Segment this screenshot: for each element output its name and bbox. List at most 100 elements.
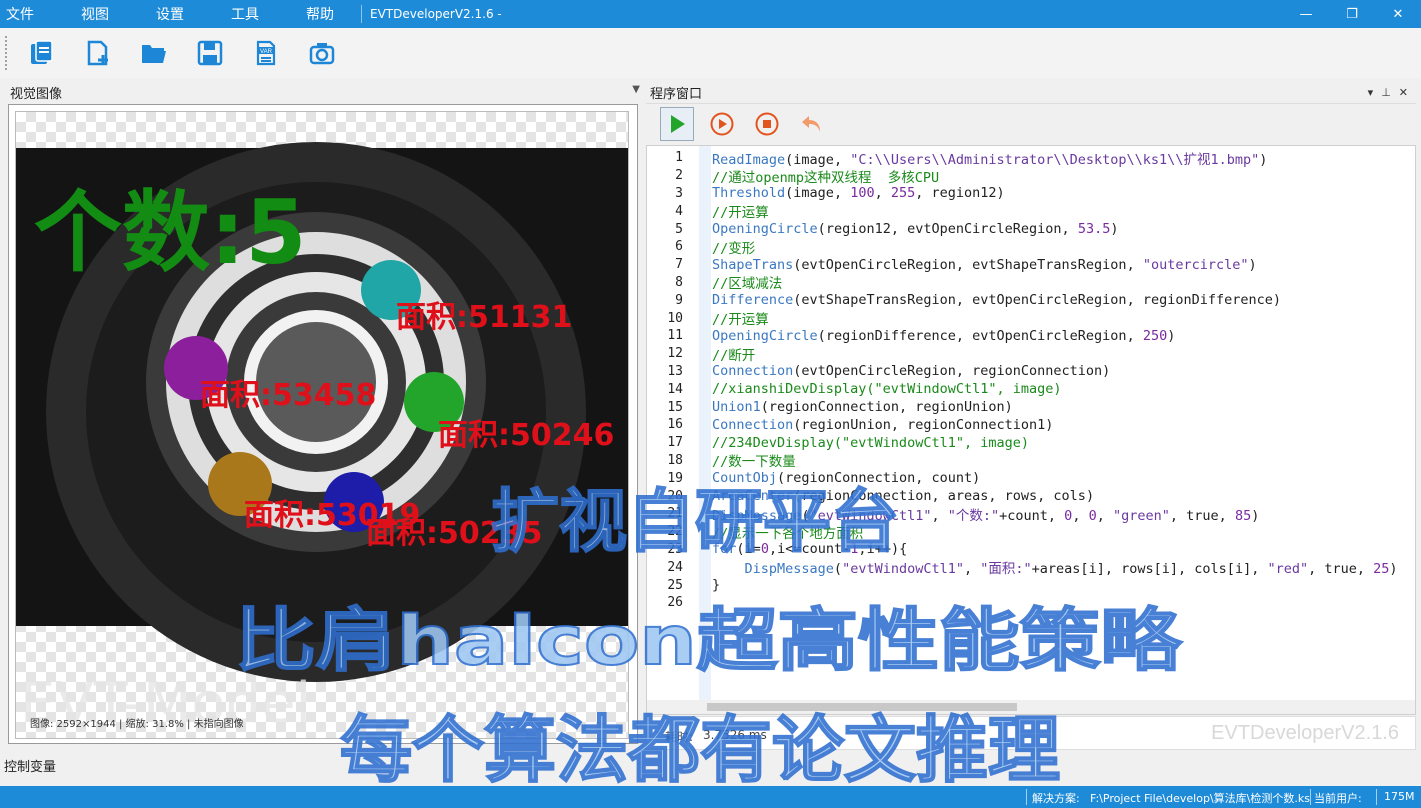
image-status: 图像: 2592×1944 | 缩放: 31.8% | 未指向图像 — [30, 719, 244, 730]
code-line[interactable]: 16 Connection(regionUnion, regionConnecti… — [647, 416, 1415, 434]
new-file-icon — [87, 40, 108, 66]
line-code: for(i=0,i<=count-1,i++){ — [712, 541, 908, 558]
exec-time-label: 耗时: — [665, 730, 694, 744]
line-number: 26 — [667, 595, 683, 611]
open-folder-icon — [142, 45, 166, 63]
save-icon — [197, 40, 223, 66]
step-icon — [710, 112, 734, 136]
tab-control-variables[interactable]: 控制变量 — [4, 756, 56, 775]
line-code: //234DevDisplay("evtWindowCtl1", image) — [712, 434, 1029, 451]
new-project-button[interactable] — [22, 33, 62, 73]
line-code: CountObj(regionConnection, count) — [712, 470, 981, 487]
undo-button[interactable] — [795, 107, 829, 141]
pin-icon[interactable]: ⊥ — [1381, 86, 1391, 99]
code-line[interactable]: 21 DispMessage("evtWindowCtl1", "个数:"+cou… — [647, 505, 1415, 524]
code-line[interactable]: 13 Connection(evtOpenCircleRegion, region… — [647, 363, 1415, 381]
line-number: 5 — [675, 221, 683, 237]
code-line[interactable]: 8 //区域减法 — [647, 274, 1415, 293]
vision-image-title: 视觉图像 — [10, 86, 63, 102]
line-number: 23 — [667, 541, 683, 557]
camera-icon — [309, 43, 335, 65]
code-editor[interactable]: 1 ReadImage(image, "C:\\Users\\Administra… — [646, 145, 1416, 715]
app-title: EVTDeveloperV2.1.6 - — [370, 7, 502, 21]
line-number: 19 — [667, 470, 683, 486]
line-number: 22 — [667, 524, 683, 540]
image-canvas[interactable]: EVT-Model 个数:5 面积:51131 面积:53458 面积:5024… — [15, 111, 629, 739]
line-code: Difference(evtShapeTransRegion, evtOpenC… — [712, 292, 1282, 309]
toolbar-grip[interactable] — [4, 35, 8, 71]
menu-view[interactable]: 视图 — [71, 4, 119, 24]
code-line[interactable]: 7 ShapeTrans(evtOpenCircleRegion, evtShap… — [647, 256, 1415, 274]
run-button[interactable] — [660, 107, 694, 141]
camera-button[interactable] — [302, 33, 342, 73]
code-line[interactable]: 1 ReadImage(image, "C:\\Users\\Administra… — [647, 149, 1415, 168]
pane-dropdown-icon[interactable]: ▼ — [632, 84, 640, 95]
open-folder-button[interactable] — [134, 33, 174, 73]
code-line[interactable]: 12 //断开 — [647, 345, 1415, 364]
status-divider — [1376, 789, 1377, 805]
code-line[interactable]: 18 //数一下数量 — [647, 452, 1415, 471]
menu-file[interactable]: 文件 — [0, 4, 44, 24]
line-code: OpeningCircle(region12, evtOpenCircleReg… — [712, 221, 1119, 238]
line-code: //断开 — [712, 347, 756, 364]
code-line[interactable]: 15 Union1(regionConnection, regionUnion) — [647, 398, 1415, 416]
code-line[interactable]: 19 CountObj(regionConnection, count) — [647, 469, 1415, 487]
menu-bar: 文件 视图 设置 工具 帮助 EVTDeveloperV2.1.6 - — ❐ … — [0, 0, 1421, 28]
menu-tools[interactable]: 工具 — [221, 4, 269, 24]
var-button[interactable]: VAR — [246, 33, 286, 73]
code-line[interactable]: 4 //开运算 — [647, 202, 1415, 222]
scroll-thumb[interactable] — [707, 703, 1017, 711]
horizontal-scrollbar[interactable] — [647, 700, 1415, 714]
line-code: Threshold(image, 100, 255, region12) — [712, 185, 1005, 202]
code-line[interactable]: 3 Threshold(image, 100, 255, region12) — [647, 185, 1415, 203]
image-viewer[interactable]: EVT-Model 个数:5 面积:51131 面积:53458 面积:5024… — [8, 104, 638, 744]
line-code: Union1(regionConnection, regionUnion) — [712, 399, 1013, 416]
line-number: 21 — [667, 506, 683, 522]
code-line[interactable]: 6 //变形 — [647, 238, 1415, 257]
line-code: //显示一下各个地方面积 — [712, 525, 864, 542]
line-code: //通过openmp这种双线程 多核CPU — [712, 169, 940, 186]
vision-image-header: 视觉图像 ▼ — [10, 81, 640, 103]
undo-icon — [802, 116, 820, 132]
line-number: 20 — [667, 488, 683, 504]
stop-icon — [755, 112, 779, 136]
code-lines: 1 ReadImage(image, "C:\\Users\\Administra… — [647, 149, 1415, 612]
restore-icon[interactable]: ❐ — [1329, 0, 1375, 28]
code-line[interactable]: 26 — [647, 594, 1415, 612]
code-line[interactable]: 22 //显示一下各个地方面积 — [647, 523, 1415, 542]
close-icon[interactable]: ✕ — [1375, 0, 1421, 28]
save-button[interactable] — [190, 33, 230, 73]
line-number: 12 — [667, 346, 683, 362]
step-button[interactable] — [705, 107, 739, 141]
new-file-button[interactable] — [78, 33, 118, 73]
close-pane-icon[interactable]: ✕ — [1399, 86, 1408, 99]
line-code: //xianshiDevDisplay("evtWindowCtl1", ima… — [712, 381, 1062, 398]
line-code: Connection(evtOpenCircleRegion, regionCo… — [712, 363, 1111, 380]
menu-separator — [361, 5, 362, 23]
code-line[interactable]: 10 //开运算 — [647, 309, 1415, 329]
code-line[interactable]: 17 //234DevDisplay("evtWindowCtl1", image… — [647, 434, 1415, 452]
line-code: } — [712, 577, 721, 594]
code-line[interactable]: 5 OpeningCircle(region12, evtOpenCircleRe… — [647, 220, 1415, 238]
code-line[interactable]: 9 Difference(evtShapeTransRegion, evtOpen… — [647, 291, 1415, 309]
menu-settings[interactable]: 设置 — [146, 4, 194, 24]
code-line[interactable]: 11 OpeningCircle(regionDifference, evtOpe… — [647, 327, 1415, 345]
stop-button[interactable] — [750, 107, 784, 141]
code-line[interactable]: 24 DispMessage("evtWindowCtl1", "面积:"+ar… — [647, 558, 1415, 578]
code-line[interactable]: 25} — [647, 576, 1415, 594]
line-number: 7 — [675, 257, 683, 273]
menu-help[interactable]: 帮助 — [296, 4, 344, 24]
line-number: 18 — [667, 452, 683, 468]
version-watermark: EVTDeveloperV2.1.6 — [1211, 722, 1399, 744]
dropdown-icon[interactable]: ▾ — [1368, 86, 1374, 99]
line-number: 17 — [667, 435, 683, 451]
minimize-icon[interactable]: — — [1283, 0, 1329, 28]
user-label: 当前用户: — [1314, 792, 1362, 805]
code-line[interactable]: 14 //xianshiDevDisplay("evtWindowCtl1", i… — [647, 380, 1415, 398]
code-line[interactable]: 2 //通过openmp这种双线程 多核CPU — [647, 167, 1415, 186]
line-number: 11 — [667, 328, 683, 344]
area-label-2: 面积:53458 — [200, 378, 377, 413]
code-line[interactable]: 23 for(i=0,i<=count-1,i++){ — [647, 541, 1415, 559]
code-line[interactable]: 20 AreaCenter(regionConnection, areas, ro… — [647, 487, 1415, 505]
line-number: 4 — [675, 203, 683, 219]
